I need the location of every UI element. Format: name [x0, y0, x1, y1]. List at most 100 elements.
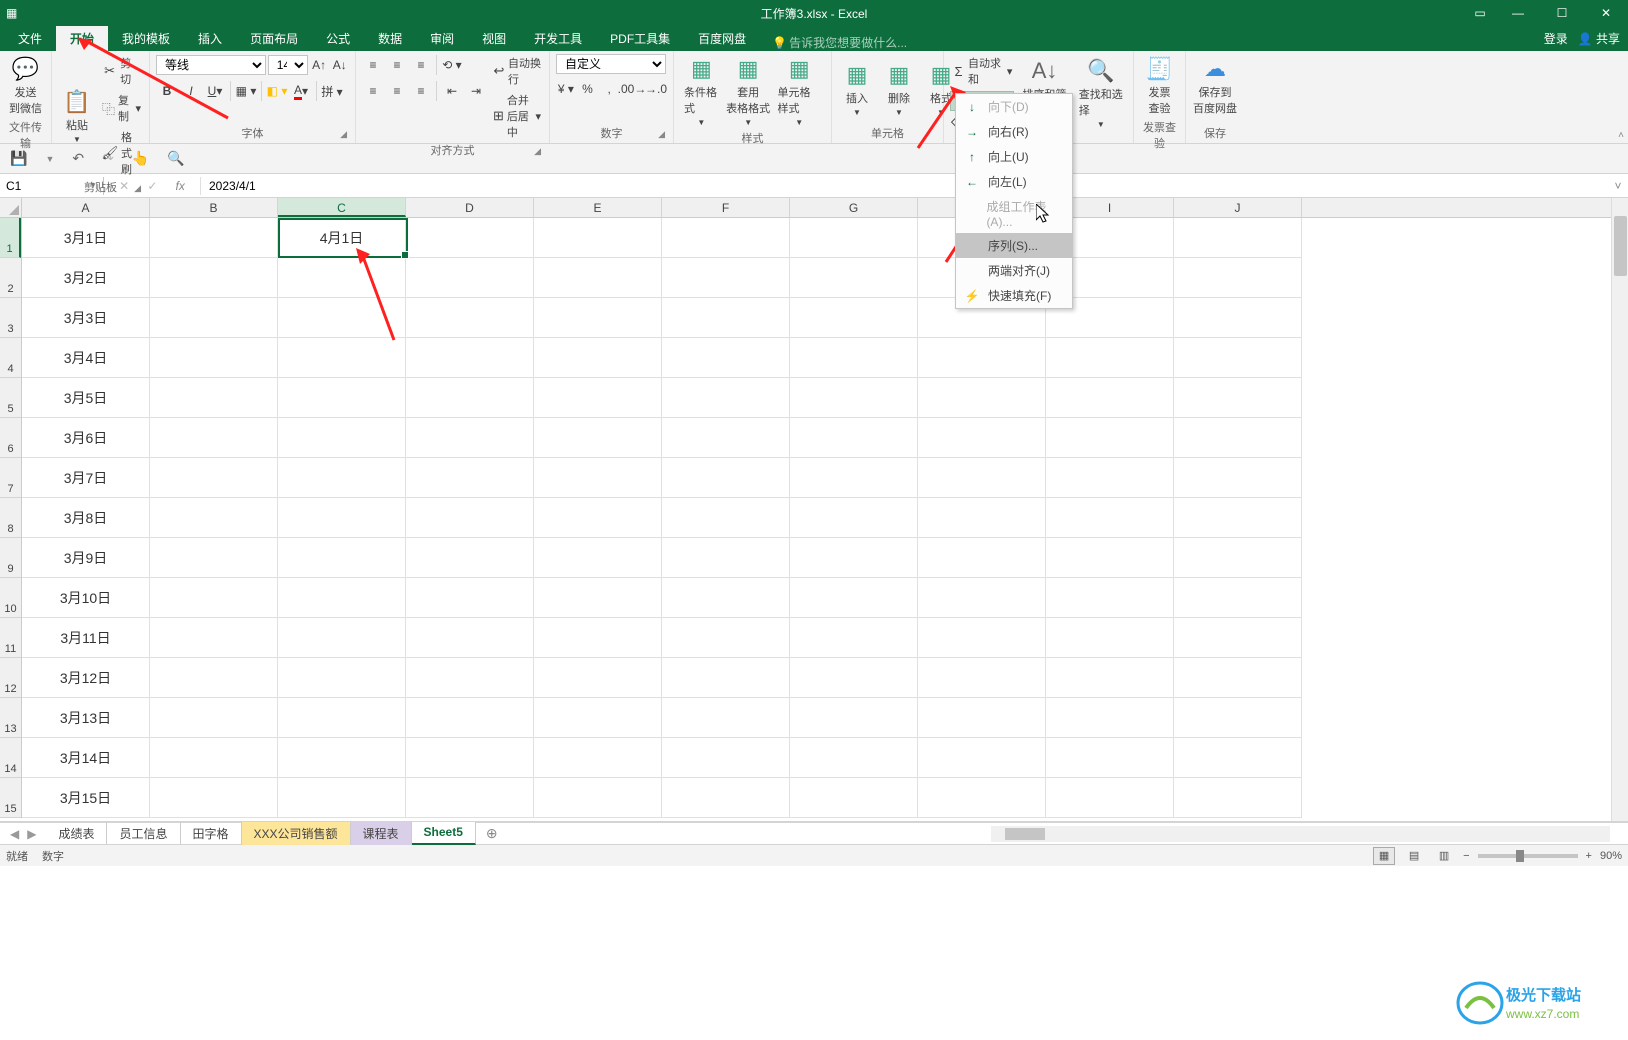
- sheet-tab[interactable]: 课程表: [351, 822, 412, 845]
- login-link[interactable]: 登录: [1544, 30, 1568, 47]
- cell[interactable]: 3月5日: [22, 378, 150, 418]
- cell[interactable]: [534, 578, 662, 618]
- cell[interactable]: [406, 778, 534, 818]
- cell[interactable]: [790, 538, 918, 578]
- cell[interactable]: [918, 738, 1046, 778]
- cell[interactable]: 3月15日: [22, 778, 150, 818]
- wrap-text-button[interactable]: ↩自动换行: [491, 54, 543, 88]
- cell[interactable]: [150, 298, 278, 338]
- print-preview-button[interactable]: 🔍: [167, 150, 184, 167]
- cell[interactable]: [790, 658, 918, 698]
- sheet-tab-active[interactable]: Sheet5: [412, 822, 476, 845]
- share-button[interactable]: 👤 共享: [1578, 30, 1620, 47]
- tab-page-layout[interactable]: 页面布局: [236, 26, 312, 51]
- row-header[interactable]: 9: [0, 538, 21, 578]
- row-header[interactable]: 4: [0, 338, 21, 378]
- fill-justify-item[interactable]: 两端对齐(J): [956, 258, 1072, 283]
- cell[interactable]: [1174, 578, 1302, 618]
- cell[interactable]: [918, 418, 1046, 458]
- cell[interactable]: [1046, 738, 1174, 778]
- cell[interactable]: [150, 658, 278, 698]
- row-header[interactable]: 1: [0, 218, 21, 258]
- cell[interactable]: [278, 258, 406, 298]
- decrease-decimal-button[interactable]: →.0: [645, 78, 667, 100]
- cell[interactable]: [406, 378, 534, 418]
- accept-formula-button[interactable]: ✓: [147, 179, 157, 193]
- insert-cells-button[interactable]: ▦插入▼: [838, 54, 876, 124]
- tell-me-input[interactable]: 💡告诉我您想要做什么...: [772, 34, 907, 51]
- align-center-button[interactable]: ≡: [386, 80, 408, 102]
- cell[interactable]: [662, 418, 790, 458]
- cell[interactable]: [150, 778, 278, 818]
- cell[interactable]: [918, 498, 1046, 538]
- column-header[interactable]: J: [1174, 198, 1302, 217]
- horizontal-scrollbar[interactable]: [991, 826, 1610, 842]
- cell[interactable]: [662, 578, 790, 618]
- send-wechat-button[interactable]: 💬 发送 到微信: [6, 54, 45, 118]
- cell[interactable]: [790, 378, 918, 418]
- dialog-launcher-icon[interactable]: ◢: [534, 146, 541, 157]
- cell[interactable]: 3月2日: [22, 258, 150, 298]
- row-header[interactable]: 8: [0, 498, 21, 538]
- fill-left-item[interactable]: ←向左(L): [956, 169, 1072, 194]
- cell[interactable]: [662, 258, 790, 298]
- cell[interactable]: [278, 378, 406, 418]
- dialog-launcher-icon[interactable]: ◢: [658, 129, 665, 140]
- cell[interactable]: [406, 538, 534, 578]
- cell[interactable]: [1174, 698, 1302, 738]
- cell[interactable]: 3月11日: [22, 618, 150, 658]
- sheet-tab[interactable]: 田字格: [181, 822, 242, 845]
- align-right-button[interactable]: ≡: [410, 80, 432, 102]
- cell[interactable]: [406, 298, 534, 338]
- tab-pdf[interactable]: PDF工具集: [596, 26, 684, 51]
- cell[interactable]: [406, 618, 534, 658]
- cell[interactable]: [534, 618, 662, 658]
- cell[interactable]: [150, 378, 278, 418]
- spreadsheet-grid[interactable]: ABCDEFGHIJ 123456789101112131415 3月1日4月1…: [0, 198, 1628, 822]
- tab-data[interactable]: 数据: [364, 26, 416, 51]
- cell[interactable]: [534, 458, 662, 498]
- fill-series-item[interactable]: 序列(S)...: [956, 233, 1072, 258]
- cell[interactable]: [278, 778, 406, 818]
- cell[interactable]: [1174, 298, 1302, 338]
- zoom-slider[interactable]: [1478, 854, 1578, 858]
- column-header[interactable]: E: [534, 198, 662, 217]
- cell[interactable]: [150, 698, 278, 738]
- cell[interactable]: 4月1日: [278, 218, 406, 258]
- row-header[interactable]: 5: [0, 378, 21, 418]
- align-left-button[interactable]: ≡: [362, 80, 384, 102]
- merge-center-button[interactable]: ⊞合并后居中 ▾: [491, 91, 543, 141]
- cell[interactable]: [534, 498, 662, 538]
- fill-up-item[interactable]: ↑向上(U): [956, 144, 1072, 169]
- border-button[interactable]: ▦ ▾: [235, 80, 257, 102]
- ribbon-display-options-icon[interactable]: ▭: [1464, 0, 1496, 26]
- cell[interactable]: 3月4日: [22, 338, 150, 378]
- font-color-button[interactable]: A ▾: [290, 80, 312, 102]
- column-header[interactable]: A: [22, 198, 150, 217]
- increase-decimal-button[interactable]: .00→: [621, 78, 643, 100]
- cell[interactable]: 3月9日: [22, 538, 150, 578]
- scrollbar-thumb[interactable]: [1614, 216, 1627, 276]
- cell[interactable]: [278, 538, 406, 578]
- fx-button[interactable]: fx: [176, 179, 185, 193]
- cell[interactable]: [406, 658, 534, 698]
- sheet-tab[interactable]: XXX公司销售额: [242, 822, 351, 845]
- scrollbar-thumb[interactable]: [1005, 828, 1045, 840]
- cell[interactable]: [662, 618, 790, 658]
- cell[interactable]: [790, 738, 918, 778]
- cell[interactable]: [790, 778, 918, 818]
- cell[interactable]: [790, 498, 918, 538]
- cell[interactable]: 3月14日: [22, 738, 150, 778]
- fill-color-button[interactable]: ◧ ▾: [266, 80, 288, 102]
- row-header[interactable]: 14: [0, 738, 21, 778]
- cell[interactable]: [1046, 418, 1174, 458]
- cell[interactable]: [1174, 378, 1302, 418]
- cell[interactable]: [918, 578, 1046, 618]
- cell[interactable]: [790, 458, 918, 498]
- cell[interactable]: [1174, 658, 1302, 698]
- cell[interactable]: [534, 698, 662, 738]
- page-layout-view-button[interactable]: ▤: [1403, 847, 1425, 865]
- row-header[interactable]: 3: [0, 298, 21, 338]
- invoice-button[interactable]: 🧾发票 查验: [1140, 54, 1179, 118]
- cell[interactable]: [1046, 538, 1174, 578]
